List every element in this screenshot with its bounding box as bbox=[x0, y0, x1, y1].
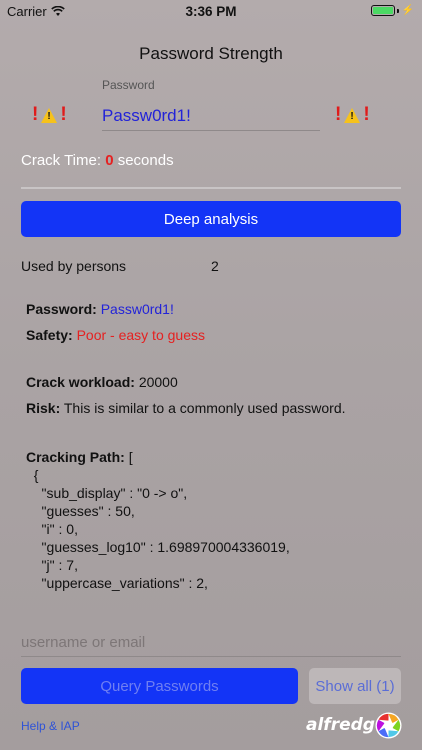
used-by-value: 2 bbox=[211, 258, 219, 274]
report-risk-row: Risk: This is similar to a commonly used… bbox=[26, 400, 346, 416]
report-workload-row: Crack workload: 20000 bbox=[26, 374, 178, 390]
password-label: Password bbox=[102, 78, 155, 92]
warning-icons-left: ! ! ! bbox=[32, 104, 67, 126]
show-all-button[interactable]: Show all (1) bbox=[309, 668, 401, 704]
cracking-path-line: { bbox=[26, 467, 39, 483]
used-by-label: Used by persons bbox=[21, 258, 127, 274]
report-safety-label: Safety: bbox=[26, 327, 73, 343]
report-risk-value: This is similar to a commonly used passw… bbox=[63, 400, 346, 416]
report-risk-label: Risk: bbox=[26, 400, 61, 416]
cracking-path-block: Cracking Path: [ { "sub_display" : "0 ->… bbox=[26, 448, 290, 592]
cracking-path-header: Cracking Path: [ bbox=[26, 448, 290, 466]
username-email-input[interactable] bbox=[21, 629, 401, 657]
report-password-row: Password: Passw0rd1! bbox=[26, 301, 174, 317]
warning-triangle-icon: ! bbox=[41, 107, 58, 123]
exclamation-icon: ! bbox=[363, 104, 370, 125]
exclamation-icon: ! bbox=[335, 104, 342, 125]
report-password-value: Passw0rd1! bbox=[100, 301, 174, 317]
strength-progress-bar bbox=[21, 187, 401, 189]
report-workload-value: 20000 bbox=[138, 374, 178, 390]
battery-tip bbox=[396, 8, 399, 13]
cracking-path-line: "j" : 7, bbox=[26, 557, 78, 573]
report-workload-label: Crack workload: bbox=[26, 374, 135, 390]
cracking-path-line: "sub_display" : "0 -> o", bbox=[26, 485, 188, 501]
report-password-label: Password: bbox=[26, 301, 97, 317]
deep-analysis-button[interactable]: Deep analysis bbox=[21, 201, 401, 237]
crack-time-label: Crack Time: bbox=[21, 152, 102, 169]
help-iap-link[interactable]: Help & IAP bbox=[21, 719, 80, 733]
status-time: 3:36 PM bbox=[185, 4, 237, 19]
report-safety-value: Poor - easy to guess bbox=[76, 327, 205, 343]
cracking-path-line: "guesses" : 50, bbox=[26, 503, 135, 519]
status-bar: Carrier 3:36 PM ⚡ bbox=[0, 0, 422, 22]
page-title: Password Strength bbox=[139, 44, 283, 63]
password-input[interactable] bbox=[102, 101, 320, 131]
crack-time: Crack Time: 0 seconds bbox=[21, 152, 174, 169]
cracking-path-line: "guesses_log10" : 1.698970004336019, bbox=[26, 539, 290, 555]
query-passwords-button[interactable]: Query Passwords bbox=[21, 668, 298, 704]
charging-bolt-icon: ⚡ bbox=[401, 5, 414, 16]
warning-icons-right: ! ! ! bbox=[335, 104, 370, 126]
battery-icon bbox=[370, 5, 395, 16]
aperture-logo-icon bbox=[375, 712, 402, 739]
cracking-path-line: "uppercase_variations" : 2, bbox=[26, 575, 208, 591]
exclamation-icon: ! bbox=[60, 104, 67, 125]
warning-triangle-icon: ! bbox=[344, 107, 361, 123]
battery-group: ⚡ bbox=[370, 5, 414, 16]
report-safety-row: Safety: Poor - easy to guess bbox=[26, 327, 205, 343]
cracking-path-label: Cracking Path: bbox=[26, 449, 125, 465]
exclamation-icon: ! bbox=[32, 104, 39, 125]
crack-time-value: 0 bbox=[105, 152, 114, 169]
cracking-path-open: [ bbox=[128, 449, 133, 465]
cracking-path-line: "i" : 0, bbox=[26, 521, 78, 537]
brand-name: alfredg bbox=[306, 715, 375, 735]
crack-time-unit: seconds bbox=[117, 152, 174, 169]
